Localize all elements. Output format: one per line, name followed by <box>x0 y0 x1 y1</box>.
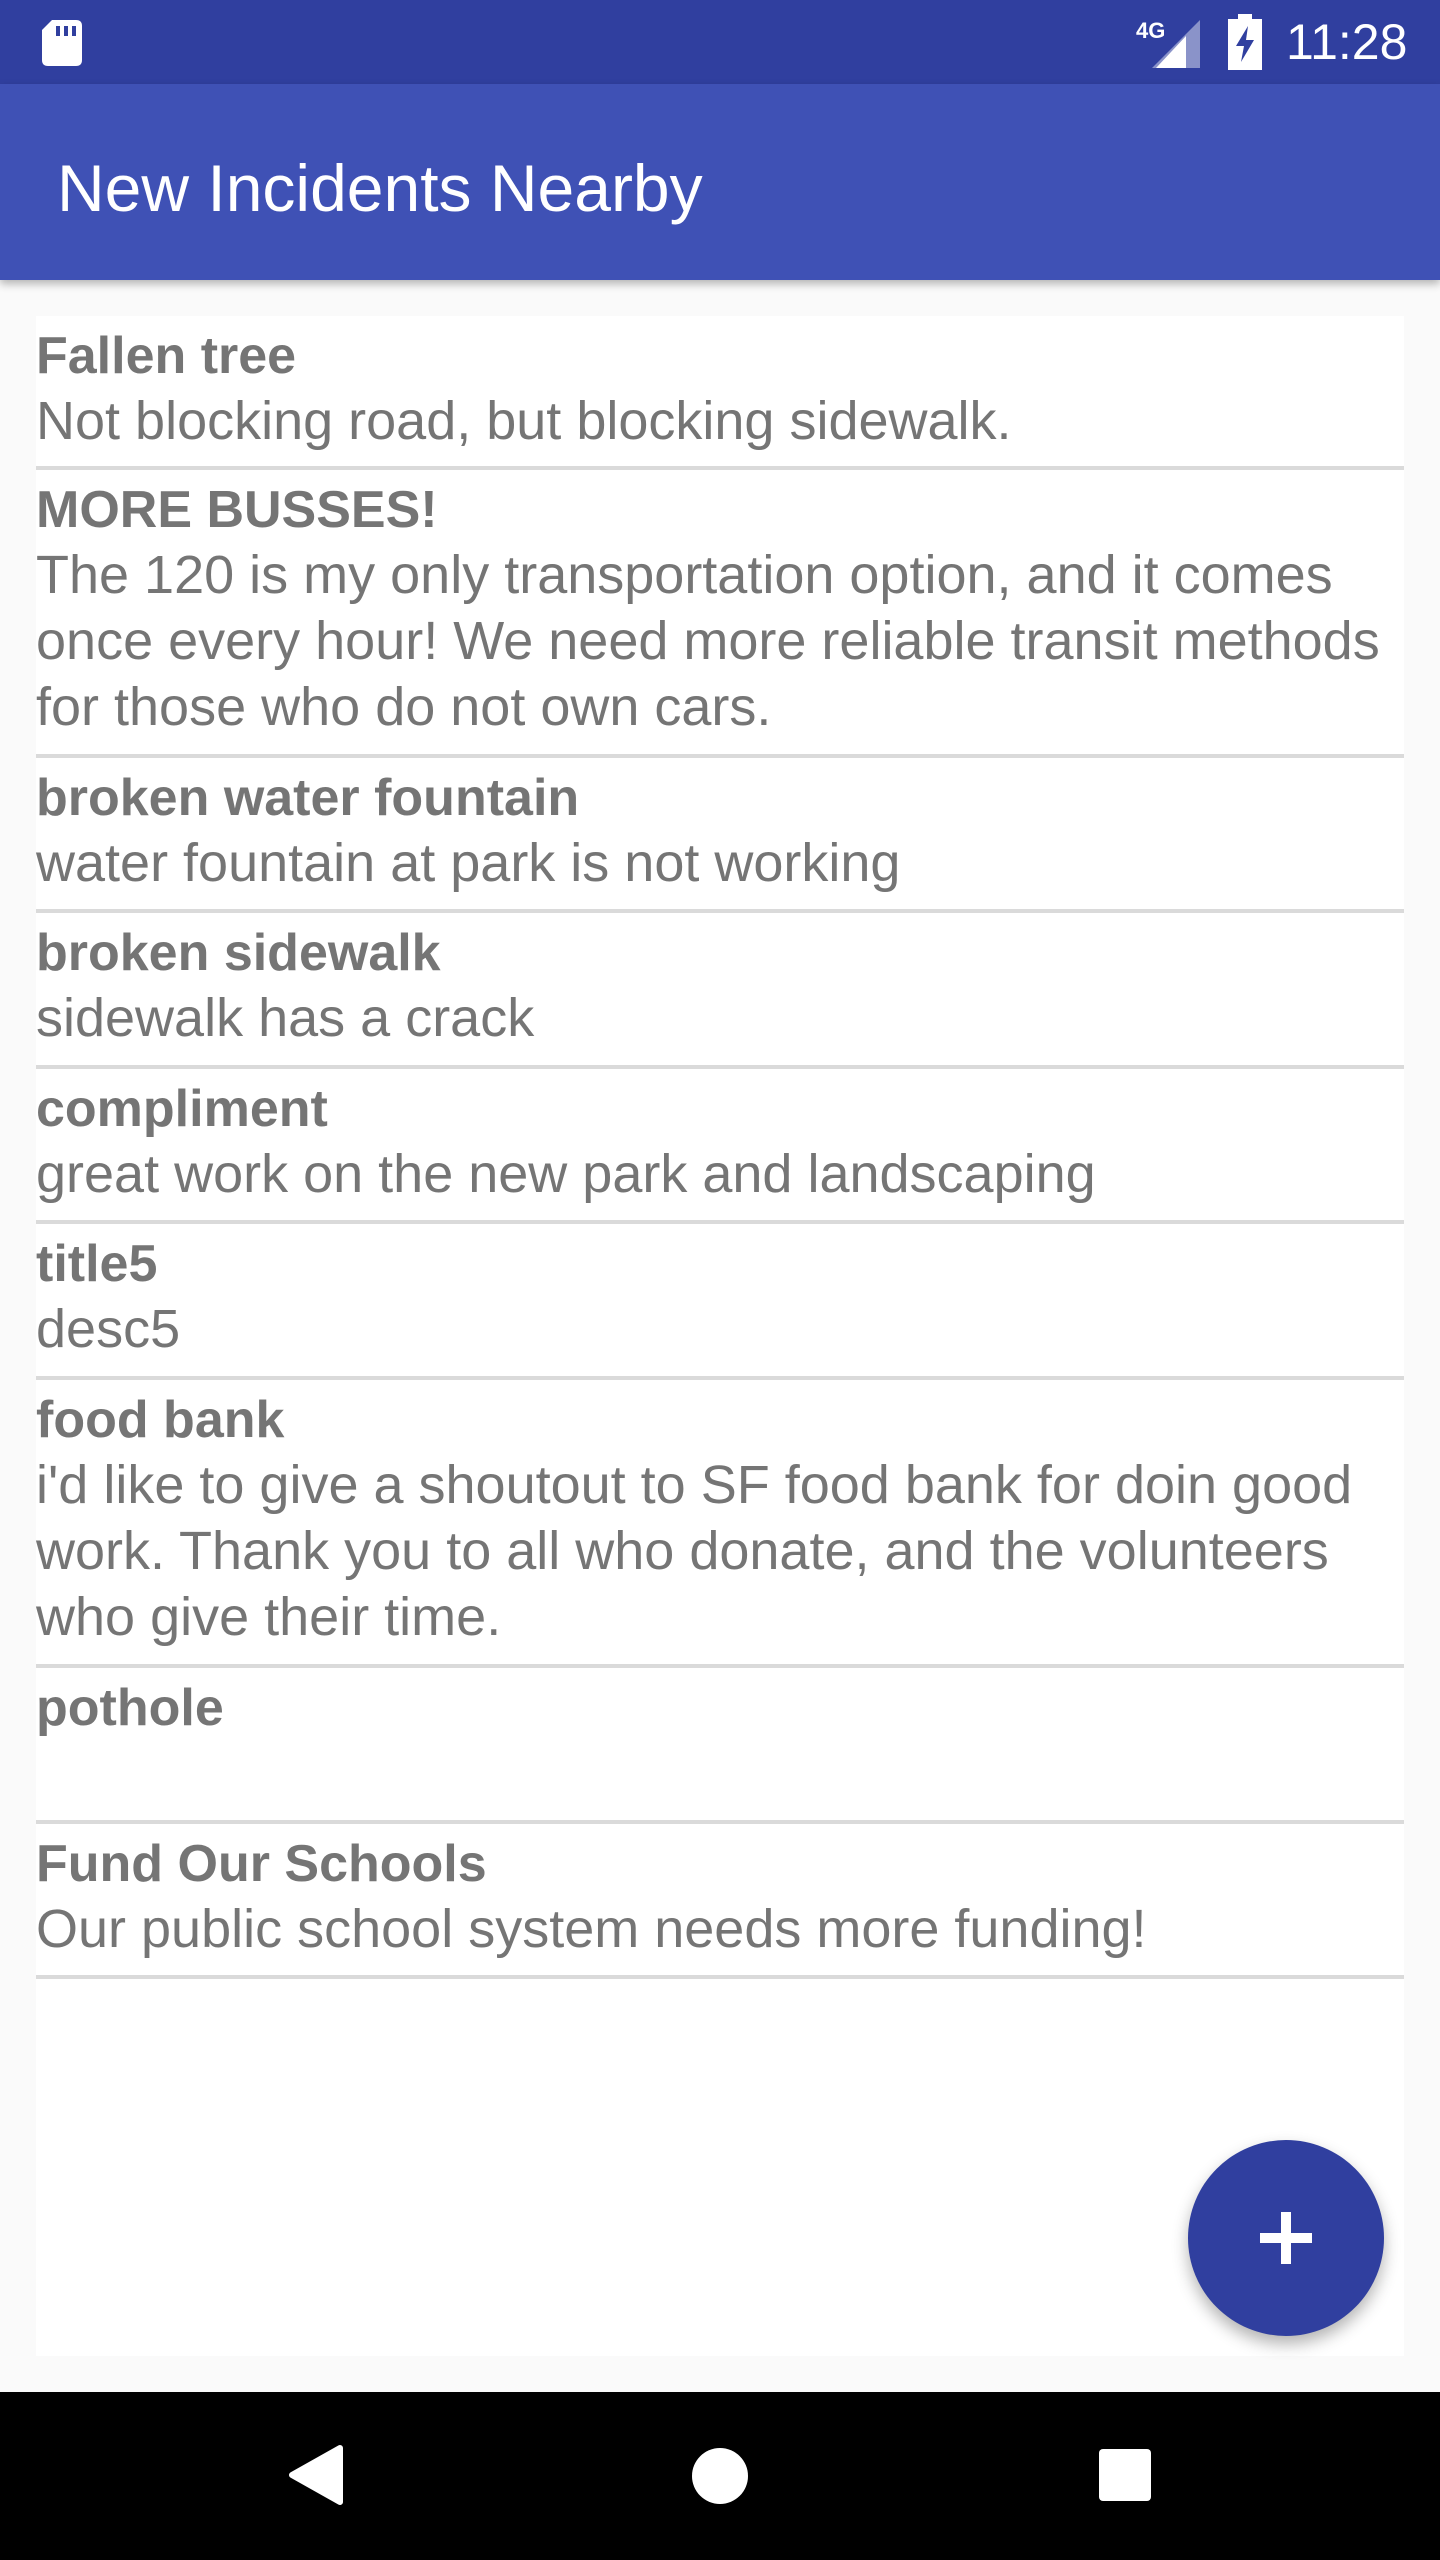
list-item[interactable]: Fallen tree Not blocking road, but block… <box>36 316 1404 470</box>
list-item[interactable]: MORE BUSSES! The 120 is my only transpor… <box>36 470 1404 758</box>
list-item[interactable]: broken sidewalk sidewalk has a crack <box>36 913 1404 1069</box>
add-incident-button[interactable] <box>1188 2140 1384 2336</box>
status-clock: 11:28 <box>1286 14 1408 70</box>
incident-title: food bank <box>36 1391 285 1449</box>
incident-title: title5 <box>36 1235 158 1293</box>
navigation-bar <box>0 2392 1440 2560</box>
incident-title: MORE BUSSES! <box>36 481 438 539</box>
incident-list-card: Fallen tree Not blocking road, but block… <box>36 316 1404 2356</box>
incident-title: pothole <box>36 1679 224 1737</box>
list-item[interactable]: compliment great work on the new park an… <box>36 1069 1404 1224</box>
sd-card-icon <box>42 20 82 66</box>
incident-title: broken water fountain <box>36 769 580 827</box>
incident-description: water fountain at park is not working <box>36 833 901 893</box>
incident-title: compliment <box>36 1080 328 1138</box>
network-type-label: 4G <box>1136 18 1165 43</box>
status-bar: 4G 11:28 <box>0 0 1440 84</box>
list-item[interactable]: pothole <box>36 1668 1404 1824</box>
list-item[interactable]: Fund Our Schools Our public school syste… <box>36 1824 1404 1979</box>
incident-description: great work on the new park and landscapi… <box>36 1144 1096 1204</box>
home-icon[interactable] <box>690 2446 750 2506</box>
incident-description: The 120 is my only transportation option… <box>36 545 1380 737</box>
app-bar: New Incidents Nearby <box>0 84 1440 280</box>
list-item[interactable]: food bank i'd like to give a shoutout to… <box>36 1380 1404 1668</box>
incident-description: Our public school system needs more fund… <box>36 1899 1147 1959</box>
incident-description: desc5 <box>36 1299 181 1359</box>
page-title: New Incidents Nearby <box>57 151 703 225</box>
plus-icon <box>1260 2212 1312 2264</box>
list-item[interactable]: title5 desc5 <box>36 1224 1404 1380</box>
incident-title: Fallen tree <box>36 327 297 385</box>
list-item[interactable]: broken water fountain water fountain at … <box>36 758 1404 913</box>
battery-charging-icon <box>1228 14 1262 70</box>
incident-description <box>36 1740 1404 1806</box>
incident-list: Fallen tree Not blocking road, but block… <box>36 316 1404 1979</box>
incident-description: Not blocking road, but blocking sidewalk… <box>36 391 1012 451</box>
incident-description: i'd like to give a shoutout to SF food b… <box>36 1455 1353 1647</box>
incident-title: broken sidewalk <box>36 924 441 982</box>
back-icon[interactable] <box>288 2444 344 2506</box>
incident-title: Fund Our Schools <box>36 1835 487 1893</box>
incident-description: sidewalk has a crack <box>36 988 535 1048</box>
signal-4g-icon: 4G <box>1136 18 1200 68</box>
recents-icon[interactable] <box>1098 2448 1152 2502</box>
